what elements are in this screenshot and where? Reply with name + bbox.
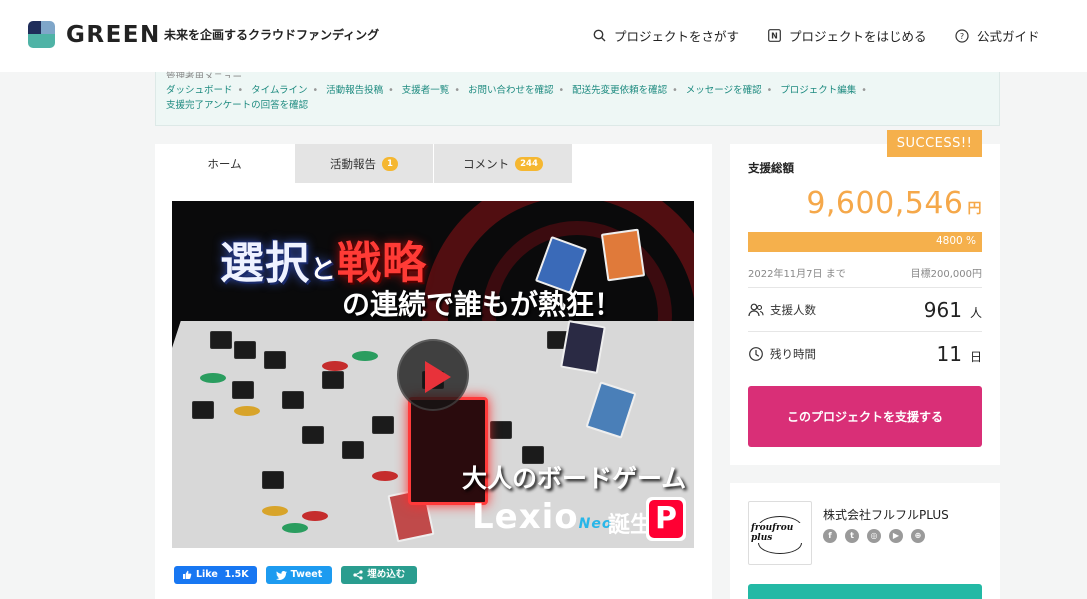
- owner-follow-button[interactable]: [748, 584, 982, 599]
- progress-percent: 4800 %: [935, 235, 976, 247]
- project-tabs: ホーム 活動報告 1 コメント 244: [155, 144, 572, 183]
- owner-link-messages[interactable]: メッセージを確認: [686, 85, 762, 96]
- support-project-button[interactable]: このプロジェクトを支援する: [748, 386, 982, 447]
- remaining-time-label: 残り時間: [770, 346, 816, 361]
- remaining-time-row: 残り時間 11 日: [748, 331, 982, 375]
- owner-logo[interactable]: froufrou plus: [748, 501, 812, 565]
- paypay-logo-icon: P: [646, 497, 686, 541]
- goal-amount: 目標200,000円: [910, 269, 982, 280]
- backers-count: 961 人: [923, 297, 982, 322]
- owner-menu-title: 管理者用メニュー: [166, 72, 243, 78]
- tab-activity-reports[interactable]: 活動報告 1: [294, 144, 433, 183]
- facebook-icon[interactable]: f: [823, 529, 837, 543]
- comment-count-badge: 244: [515, 156, 543, 171]
- owner-link-edit-project[interactable]: プロジェクト編集: [780, 85, 856, 96]
- owner-logo-text: froufrou plus: [749, 523, 811, 543]
- nav-start-project[interactable]: N プロジェクトをはじめる: [768, 26, 927, 45]
- owner-social-links: f t ◎ ▶ ⊕: [823, 529, 933, 543]
- tweet-button[interactable]: Tweet: [265, 566, 333, 584]
- project-main-card: ホーム 活動報告 1 コメント 244 選択と戦略 の連続で誰もが熱狂！ 大人の…: [155, 144, 712, 599]
- site-header: GREEN 未来を企画するクラウドファンディング プロジェクトをさがす N プロ…: [0, 0, 1087, 72]
- play-icon: [425, 361, 451, 393]
- success-badge: SUCCESS!!: [887, 130, 982, 157]
- svg-text:?: ?: [960, 32, 964, 41]
- owner-link-timeline[interactable]: タイムライン: [251, 85, 307, 96]
- share-icon: [353, 570, 363, 580]
- owner-name[interactable]: 株式会社フルフルPLUS: [823, 506, 949, 523]
- total-funding-label: 支援総額: [748, 161, 794, 175]
- total-funding-amount: 9,600,546 円: [806, 186, 982, 221]
- currency-unit: 円: [967, 201, 982, 217]
- owner-link-post-report[interactable]: 活動報告投稿: [326, 85, 383, 96]
- hero-word-to: と: [310, 255, 338, 285]
- svg-text:N: N: [771, 32, 778, 41]
- owner-admin-menu: 管理者用メニュー ダッシュボード • タイムライン • 活動報告投稿 • 支援者一覧 •…: [155, 72, 1000, 126]
- share-buttons: Like 1.5K Tweet 埋め込む: [174, 566, 426, 584]
- search-icon: [593, 29, 606, 42]
- activity-count-badge: 1: [382, 156, 398, 171]
- help-icon: ?: [955, 28, 969, 43]
- instagram-icon[interactable]: ◎: [867, 529, 881, 543]
- lexio-neo-logo: LexioNeo: [472, 497, 613, 537]
- nav-search-projects[interactable]: プロジェクトをさがす: [593, 26, 739, 45]
- twitter-icon[interactable]: t: [845, 529, 859, 543]
- hero-word-senryaku: 戦略: [337, 238, 428, 289]
- tab-comments-label: コメント: [463, 156, 510, 171]
- backers-label: 支援人数: [770, 302, 816, 317]
- tab-activity-label: 活動報告: [330, 156, 377, 171]
- tab-home[interactable]: ホーム: [155, 144, 294, 183]
- tagline: 未来を企画するクラウドファンディング: [164, 28, 380, 42]
- project-owner-card: froufrou plus 株式会社フルフルPLUS f t ◎ ▶ ⊕: [730, 483, 1000, 599]
- like-label: Like: [196, 569, 218, 580]
- youtube-icon[interactable]: ▶: [889, 529, 903, 543]
- people-icon: [748, 303, 764, 316]
- play-video-button[interactable]: [397, 339, 469, 411]
- brand-name[interactable]: GREEN: [66, 22, 161, 48]
- owner-link-dashboard[interactable]: ダッシュボード: [166, 85, 233, 96]
- clock-icon: [749, 346, 763, 361]
- hero-word-sentaku: 選択: [220, 238, 310, 289]
- funding-stats-card: SUCCESS!! 支援総額 9,600,546 円 4800 % 2022年11…: [730, 130, 1000, 465]
- amount-value: 9,600,546: [806, 186, 964, 221]
- project-video-thumbnail[interactable]: 選択と戦略 の連続で誰もが熱狂！ 大人のボードゲーム LexioNeo 誕生 P: [172, 201, 694, 548]
- owner-menu-links: ダッシュボード • タイムライン • 活動報告投稿 • 支援者一覧 • お問い合わせを確…: [166, 85, 867, 111]
- nav-official-guide[interactable]: ? 公式ガイド: [955, 26, 1040, 45]
- backers-row: 支援人数 961 人: [748, 287, 982, 331]
- remaining-days: 11 日: [936, 341, 982, 366]
- thumbs-up-icon: [183, 570, 192, 579]
- hero-adult-board-game: 大人のボードゲーム: [462, 464, 687, 493]
- new-project-icon: N: [768, 29, 781, 42]
- green-logo-icon[interactable]: [28, 21, 55, 48]
- tweet-label: Tweet: [290, 569, 323, 580]
- tab-home-label: ホーム: [207, 156, 242, 171]
- globe-icon[interactable]: ⊕: [911, 529, 925, 543]
- embed-label: 埋め込む: [367, 569, 406, 580]
- nav-guide-label: 公式ガイド: [977, 29, 1040, 44]
- hero-headline: 選択と戦略: [220, 227, 427, 291]
- lexio-word: Lexio: [472, 497, 579, 537]
- facebook-like-button[interactable]: Like 1.5K: [174, 566, 257, 584]
- owner-link-inquiries[interactable]: お問い合わせを確認: [468, 85, 554, 96]
- hero-subheadline: の連続で誰もが熱狂！: [342, 288, 623, 321]
- nav-start-label: プロジェクトをはじめる: [789, 29, 927, 44]
- owner-link-address-change[interactable]: 配送先変更依頼を確認: [572, 85, 667, 96]
- owner-link-survey-answers[interactable]: 支援完了アンケートの回答を確認: [166, 100, 308, 111]
- tab-comments[interactable]: コメント 244: [433, 144, 572, 183]
- deadline-date: 2022年11月7日 まで: [748, 269, 846, 280]
- twitter-bird-icon: [275, 570, 287, 580]
- owner-link-backers[interactable]: 支援者一覧: [402, 85, 450, 96]
- nav-search-label: プロジェクトをさがす: [614, 29, 740, 44]
- embed-button[interactable]: 埋め込む: [341, 566, 418, 584]
- funding-progress-bar: 4800 %: [748, 232, 982, 252]
- like-count: 1.5K: [224, 569, 249, 580]
